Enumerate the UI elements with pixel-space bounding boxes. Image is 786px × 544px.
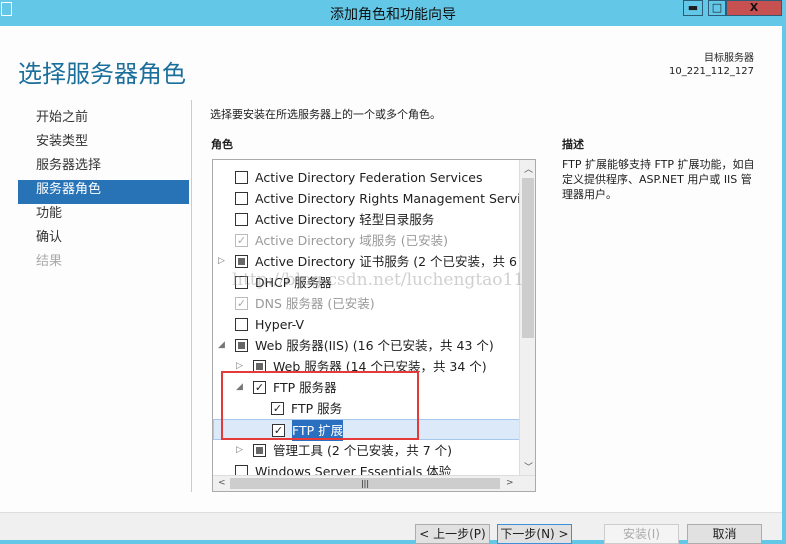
watermark: http://blog.csdn.net/luchengtao11 [232, 270, 525, 290]
divider [191, 100, 192, 492]
target-server: 目标服务器 10_221_112_127 [669, 52, 754, 78]
window-title: 添加角色和功能向导 [330, 7, 456, 23]
role-label: Hyper-V [255, 317, 305, 332]
role-item[interactable]: ◢ Web 服务器(IIS) (16 个已安装，共 43 个) [213, 335, 520, 356]
role-item[interactable]: ▷ Active Directory 证书服务 (2 个已安装，共 6 个) [213, 251, 535, 272]
role-label: 管理工具 (2 个已安装，共 7 个) [273, 443, 453, 458]
expand-icon[interactable]: ▷ [218, 251, 225, 272]
scroll-thumb[interactable] [522, 178, 534, 338]
role-item[interactable]: Active Directory 轻型目录服务 [213, 209, 520, 230]
role-label: Active Directory 轻型目录服务 [255, 212, 435, 227]
role-label: Active Directory 域服务 (已安装) [255, 233, 448, 248]
checkbox[interactable] [235, 192, 248, 205]
role-label: Web 服务器(IIS) (16 个已安装，共 43 个) [255, 338, 494, 353]
scroll-down-icon[interactable]: ﹀ [524, 460, 533, 473]
collapse-icon[interactable]: ◢ [218, 335, 225, 356]
description-text: FTP 扩展能够支持 FTP 扩展功能，如自定义提供程序、ASP.NET 用户或… [562, 158, 755, 201]
page-title: 选择服务器角色 [18, 60, 186, 88]
role-item[interactable]: Active Directory Rights Management Servi… [213, 188, 535, 209]
checkbox[interactable] [235, 171, 248, 184]
close-button[interactable]: X [726, 0, 782, 16]
hscroll-thumb[interactable]: ||| [230, 478, 500, 489]
checkbox: ✓ [235, 234, 248, 247]
wizard-nav: 开始之前 安装类型 服务器选择 服务器角色 功能 确认 结果 [18, 108, 189, 276]
role-item[interactable]: Active Directory Federation Services [213, 167, 520, 188]
role-label: Active Directory Rights Management Servi… [255, 191, 536, 206]
nav-server-selection[interactable]: 服务器选择 [18, 156, 189, 180]
target-server-value: 10_221_112_127 [669, 66, 754, 77]
roles-tree[interactable]: Active Directory Federation Services Acti… [212, 159, 536, 492]
vertical-scrollbar[interactable]: ︿ ﹀ [519, 160, 535, 476]
role-item[interactable]: ▷ 管理工具 (2 个已安装，共 7 个) [213, 440, 520, 461]
checkbox[interactable] [235, 339, 248, 352]
nav-before-you-begin[interactable]: 开始之前 [18, 108, 189, 132]
checkbox[interactable] [235, 213, 248, 226]
nav-features[interactable]: 功能 [18, 204, 189, 228]
role-item[interactable]: Hyper-V [213, 314, 520, 335]
cancel-button[interactable]: 取消 [687, 524, 762, 544]
role-label: Active Directory 证书服务 (2 个已安装，共 6 个) [255, 254, 536, 269]
expand-icon[interactable]: ▷ [236, 440, 243, 461]
checkbox[interactable] [235, 255, 248, 268]
scroll-up-icon[interactable]: ︿ [524, 162, 533, 175]
nav-confirmation[interactable]: 确认 [18, 228, 189, 252]
maximize-button[interactable]: □ [708, 0, 726, 16]
roles-label: 角色 [211, 138, 233, 151]
next-button[interactable]: 下一步(N) > [497, 524, 572, 544]
nav-server-roles[interactable]: 服务器角色 [18, 180, 189, 204]
minimize-button[interactable]: ▬ [683, 0, 703, 16]
description-label: 描述 [562, 138, 584, 151]
highlight-annotation [221, 371, 419, 440]
target-server-label: 目标服务器 [704, 53, 754, 64]
checkbox[interactable] [253, 444, 266, 457]
role-label: Active Directory Federation Services [255, 170, 483, 185]
nav-installation-type[interactable]: 安装类型 [18, 132, 189, 156]
horizontal-scrollbar[interactable]: < ||| > [213, 475, 535, 491]
previous-button[interactable]: < 上一步(P) [415, 524, 490, 544]
role-label: DNS 服务器 (已安装) [255, 296, 375, 311]
checkbox[interactable] [235, 318, 248, 331]
title-bar: 添加角色和功能向导 ▬ □ X [0, 0, 786, 26]
scroll-right-icon[interactable]: > [506, 478, 514, 488]
scroll-left-icon[interactable]: < [218, 478, 226, 488]
footer: < 上一步(P) 下一步(N) > 安装(I) 取消 [0, 512, 782, 544]
role-item[interactable]: ✓ DNS 服务器 (已安装) [213, 293, 520, 314]
intro-text: 选择要安装在所选服务器上的一个或多个角色。 [210, 108, 441, 121]
checkbox: ✓ [235, 297, 248, 310]
nav-results: 结果 [36, 254, 63, 269]
role-item[interactable]: ✓ Active Directory 域服务 (已安装) [213, 230, 520, 251]
install-button: 安装(I) [604, 524, 679, 544]
